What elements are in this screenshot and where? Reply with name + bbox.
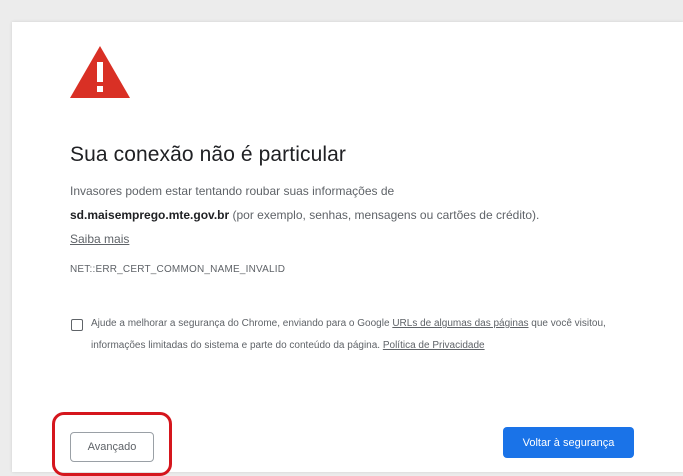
interstitial-card: Sua conexão não é particular Invasores p… [12, 22, 683, 476]
learn-more-link[interactable]: Saiba mais [70, 232, 129, 246]
urls-link[interactable]: URLs de algumas das páginas [392, 318, 528, 329]
warning-message: Invasores podem estar tentando roubar su… [70, 179, 630, 251]
optin-text-before: Ajude a melhorar a segurança do Chrome, … [91, 318, 393, 329]
warning-triangle-icon [70, 46, 130, 98]
site-domain: sd.maisemprego.mte.gov.br [70, 208, 230, 222]
improve-security-checkbox[interactable] [71, 319, 83, 331]
error-code: NET::ERR_CERT_COMMON_NAME_INVALID [70, 264, 286, 275]
message-detail: (por exemplo, senhas, mensagens ou cartõ… [229, 208, 540, 222]
improve-security-text: Ajude a melhorar a segurança do Chrome, … [91, 313, 631, 357]
message-intro: Invasores podem estar tentando roubar su… [70, 184, 395, 198]
page-title: Sua conexão não é particular [70, 143, 346, 166]
advanced-button[interactable]: Avançado [70, 432, 154, 462]
back-to-safety-button[interactable]: Voltar à segurança [503, 427, 634, 458]
privacy-policy-link[interactable]: Política de Privacidade [383, 340, 485, 351]
